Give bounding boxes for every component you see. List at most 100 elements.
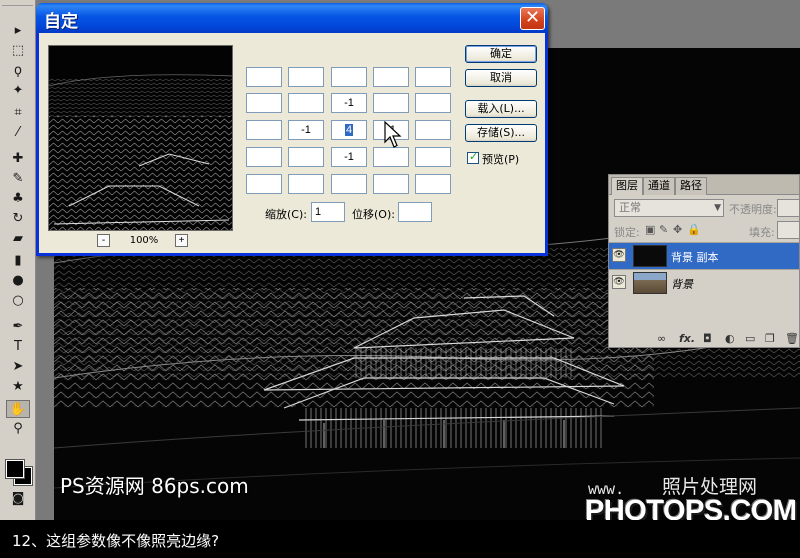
color-swatches[interactable]: [4, 458, 34, 486]
matrix-cell[interactable]: [373, 174, 409, 194]
path-select-icon[interactable]: ➤: [6, 358, 30, 376]
foreground-color-swatch[interactable]: [5, 459, 25, 479]
shape-icon[interactable]: ★: [6, 378, 30, 396]
filter-preview[interactable]: [48, 45, 233, 231]
layer-row-background[interactable]: 👁 背景: [609, 269, 799, 296]
matrix-cell[interactable]: [415, 147, 451, 167]
layer-row-background-copy[interactable]: 👁 背景 副本: [609, 242, 799, 269]
matrix-cell[interactable]: -1: [331, 93, 367, 113]
blend-mode-value: 正常: [619, 201, 641, 214]
save-button[interactable]: 存储(S)...: [465, 124, 537, 142]
zoom-level: 100%: [129, 235, 159, 246]
matrix-cell[interactable]: [415, 174, 451, 194]
matrix-cell[interactable]: [331, 67, 367, 87]
opacity-field[interactable]: [777, 199, 799, 217]
type-icon[interactable]: T: [6, 338, 30, 356]
matrix-cell[interactable]: [288, 67, 324, 87]
stamp-icon[interactable]: ♣: [6, 190, 30, 208]
marquee-icon[interactable]: ⬚: [6, 42, 30, 60]
matrix-cell[interactable]: [246, 93, 282, 113]
scale-field[interactable]: 1: [311, 202, 345, 222]
lock-transparency-icon[interactable]: ▣: [645, 223, 655, 236]
close-button[interactable]: ✕: [520, 7, 545, 30]
matrix-cell[interactable]: [415, 67, 451, 87]
scale-label: 缩放(C):: [265, 208, 307, 221]
watermark-photops: PHOTOPS.COM: [585, 495, 797, 520]
tab-layers[interactable]: 图层: [611, 177, 643, 195]
matrix-cell[interactable]: [373, 147, 409, 167]
lock-all-icon[interactable]: 🔒: [687, 223, 701, 236]
eye-icon[interactable]: 👁: [612, 275, 626, 289]
tab-channels[interactable]: 通道: [643, 177, 675, 195]
pen-icon[interactable]: ✒: [6, 318, 30, 336]
matrix-cell[interactable]: [288, 93, 324, 113]
adjustment-icon[interactable]: ◐: [725, 332, 735, 345]
cancel-button[interactable]: 取消: [465, 69, 537, 87]
matrix-cell-center[interactable]: 4: [331, 120, 367, 140]
trash-icon[interactable]: 🗑: [785, 332, 799, 345]
layers-panel: 图层 通道 路径 正常 ▼ 不透明度: 锁定: ▣ ✎ ✥ 🔒 填充: 👁 背景…: [608, 174, 800, 348]
load-button[interactable]: 载入(L)...: [465, 100, 537, 118]
dialog-title: 自定: [44, 12, 78, 32]
mouse-cursor-icon: [384, 121, 402, 148]
chevron-down-icon: ▼: [714, 203, 721, 213]
lock-move-icon[interactable]: ✥: [673, 223, 682, 236]
step-caption: 12、这组参数像不像照亮边缘?: [12, 532, 220, 550]
lock-label: 锁定:: [614, 226, 640, 239]
magic-wand-icon[interactable]: ✦: [6, 82, 30, 100]
ok-button[interactable]: 确定: [465, 45, 537, 63]
offset-label: 位移(O):: [352, 208, 395, 221]
blend-mode-select[interactable]: 正常 ▼: [614, 199, 724, 217]
history-brush-icon[interactable]: ↻: [6, 210, 30, 228]
matrix-cell[interactable]: [288, 174, 324, 194]
zoom-icon[interactable]: ⚲: [6, 420, 30, 438]
crop-icon[interactable]: ⌗: [6, 104, 30, 122]
healing-icon[interactable]: ✚: [6, 150, 30, 168]
mask-icon[interactable]: ◘: [703, 332, 712, 345]
tab-paths[interactable]: 路径: [675, 177, 707, 195]
fill-label: 填充:: [749, 226, 775, 239]
hand-icon[interactable]: ✋: [6, 400, 30, 418]
offset-field[interactable]: [398, 202, 432, 222]
tools-grip[interactable]: [2, 0, 33, 6]
layers-footer: ∞ fx. ◘ ◐ ▭ ❐ 🗑: [609, 331, 799, 347]
layer-thumbnail: [633, 272, 667, 294]
matrix-cell[interactable]: [246, 174, 282, 194]
matrix-cell[interactable]: [415, 93, 451, 113]
layers-panel-tabs: 图层 通道 路径: [609, 175, 799, 195]
dialog-titlebar[interactable]: 自定 ✕: [36, 3, 548, 33]
preview-checkbox[interactable]: [467, 150, 479, 164]
dodge-icon[interactable]: ○: [6, 292, 30, 310]
blur-icon[interactable]: ●: [6, 272, 30, 290]
matrix-cell[interactable]: -1: [331, 147, 367, 167]
matrix-cell[interactable]: [246, 67, 282, 87]
move-icon[interactable]: ▸: [6, 22, 30, 40]
tools-panel: ▸ ⬚ ϙ ✦ ⌗ ⁄ ✚ ✎ ♣ ↻ ▰ ▮ ● ○ ✒ T ➤ ★ ✋ ⚲ …: [0, 0, 36, 520]
matrix-cell[interactable]: [246, 120, 282, 140]
layer-name: 背景 副本: [671, 251, 719, 264]
new-layer-icon[interactable]: ❐: [765, 332, 775, 345]
matrix-cell[interactable]: -1: [288, 120, 324, 140]
fx-icon[interactable]: fx.: [679, 332, 695, 345]
matrix-cell[interactable]: [331, 174, 367, 194]
link-icon[interactable]: ∞: [657, 332, 666, 345]
fill-field[interactable]: [777, 221, 799, 239]
zoom-in-button[interactable]: +: [175, 234, 188, 247]
lock-paint-icon[interactable]: ✎: [659, 223, 668, 236]
zoom-out-button[interactable]: -: [97, 234, 110, 247]
gradient-icon[interactable]: ▮: [6, 252, 30, 270]
matrix-cell[interactable]: [288, 147, 324, 167]
eyedropper-icon[interactable]: ⁄: [6, 124, 30, 142]
matrix-cell[interactable]: [246, 147, 282, 167]
matrix-cell[interactable]: [415, 120, 451, 140]
matrix-cell[interactable]: [373, 67, 409, 87]
eraser-icon[interactable]: ▰: [6, 230, 30, 248]
caption-bar: 12、这组参数像不像照亮边缘?: [0, 520, 800, 558]
group-icon[interactable]: ▭: [745, 332, 755, 345]
eye-icon[interactable]: 👁: [612, 248, 626, 262]
lasso-icon[interactable]: ϙ: [6, 62, 30, 80]
layer-name: 背景: [671, 278, 693, 291]
brush-icon[interactable]: ✎: [6, 170, 30, 188]
quick-mask-icon[interactable]: ◙: [6, 490, 30, 508]
matrix-cell[interactable]: [373, 93, 409, 113]
